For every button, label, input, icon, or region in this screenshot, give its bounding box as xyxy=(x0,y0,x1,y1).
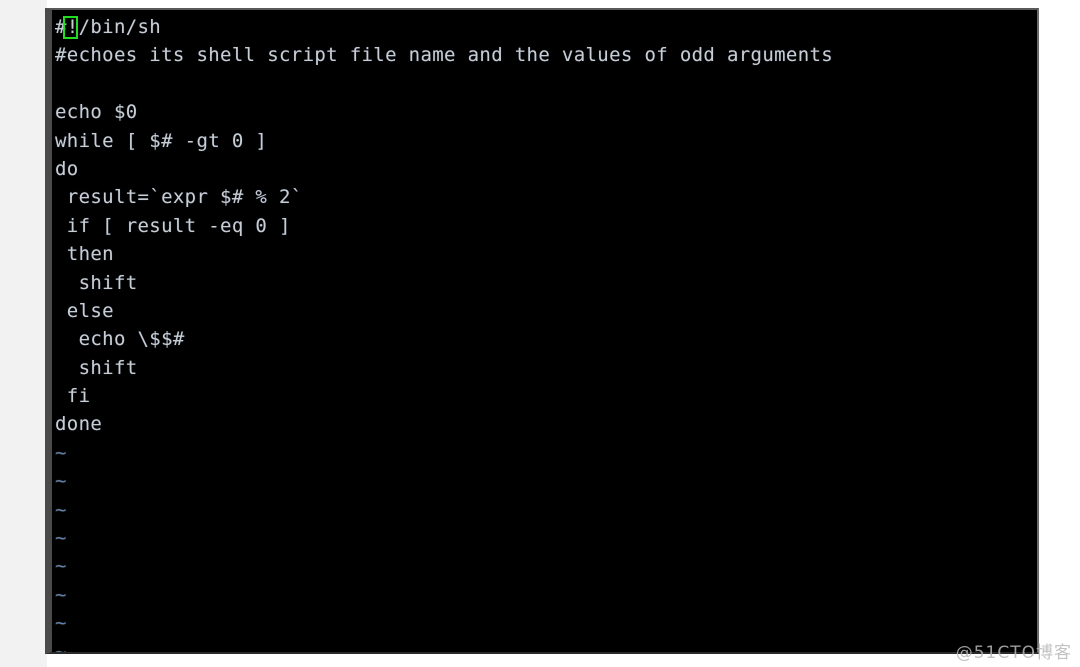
empty-line-marker: ~ xyxy=(55,527,67,550)
terminal-line: while [ $# -gt 0 ] xyxy=(55,129,268,152)
terminal-line: shift xyxy=(55,271,138,294)
watermark: @51CTO博客 xyxy=(955,643,1072,663)
terminal-line: #!/bin/sh xyxy=(55,16,162,38)
terminal-line: else xyxy=(55,299,114,322)
terminal-line: then xyxy=(55,243,114,266)
terminal-line: result=`expr $# % 2` xyxy=(55,186,303,209)
terminal-line: fi xyxy=(55,385,91,408)
empty-line-marker: ~ xyxy=(55,441,67,464)
empty-line-marker: ~ xyxy=(55,470,67,493)
screenshot-root: #!/bin/sh #echoes its shell script file … xyxy=(0,0,1080,667)
terminal-window[interactable]: #!/bin/sh #echoes its shell script file … xyxy=(45,8,1039,654)
empty-line-marker: ~ xyxy=(55,555,67,578)
terminal-line: echo $0 xyxy=(55,101,138,124)
terminal-line: #echoes its shell script file name and t… xyxy=(55,44,834,67)
empty-line-marker: ~ xyxy=(55,583,67,606)
page-left-margin-band xyxy=(0,0,47,667)
terminal-screen[interactable]: #!/bin/sh #echoes its shell script file … xyxy=(52,10,1037,652)
empty-line-marker: ~ xyxy=(55,498,67,521)
terminal-line: done xyxy=(55,413,103,436)
empty-line-marker: ~ xyxy=(55,640,67,652)
terminal-line: do xyxy=(55,157,79,180)
empty-line-marker: ~ xyxy=(55,612,67,635)
terminal-line: shift xyxy=(55,356,138,379)
terminal-line: echo \$$# xyxy=(55,328,185,351)
terminal-line: if [ result -eq 0 ] xyxy=(55,214,291,237)
